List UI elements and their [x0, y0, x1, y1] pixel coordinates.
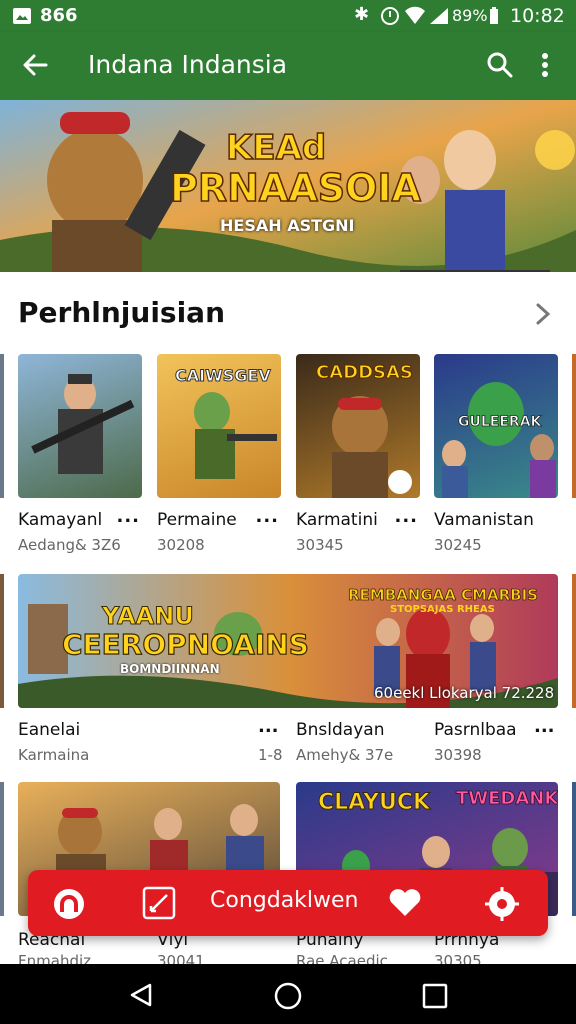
edge-thumb-right: [572, 574, 576, 708]
thumb-title: GULEERAK: [458, 414, 542, 431]
bluetooth-icon: ✱: [354, 4, 370, 25]
system-nav-bar: [0, 964, 576, 1024]
more-dots[interactable]: ...: [255, 506, 279, 527]
chevron-right-icon[interactable]: [535, 302, 551, 326]
more-dots[interactable]: ...: [258, 716, 279, 737]
banner-title-1: CLAYUCK: [317, 790, 431, 816]
status-bar: 866 ✱ 89% 10:82: [0, 0, 576, 32]
banner-title-2: TWEDANK: [456, 788, 558, 810]
signal-icon: [428, 6, 450, 26]
hero-title-1: KEAd: [225, 127, 327, 169]
wifi-icon: [404, 6, 426, 26]
action-bar: Congdaklwen: [28, 870, 548, 936]
more-dots[interactable]: ...: [116, 506, 140, 527]
battery-text: 89%: [452, 6, 488, 25]
home-nav-icon[interactable]: [274, 982, 302, 1010]
back-arrow-icon[interactable]: [22, 52, 48, 78]
game-sub: 30245: [434, 536, 482, 554]
back-icon[interactable]: [128, 982, 154, 1008]
game-sub: 30208: [157, 536, 205, 554]
cta-button-label[interactable]: Congdaklwen: [210, 888, 359, 913]
game-name: Eanelai: [18, 720, 81, 740]
hero-banner[interactable]: KEAd PRNAASOIA HESAH ASTGNI: [0, 100, 576, 272]
app-bar: Indana Indansia: [0, 32, 576, 100]
game-name: Pasrnlbaa: [434, 720, 517, 740]
thumb-title: CAIWSGEV: [175, 366, 272, 386]
game-name: Bnsldayan: [296, 720, 385, 740]
featured-banner[interactable]: YAANU CEEROPNOAINS BOMNDIINNAN REMBANGAA…: [18, 574, 558, 708]
edge-thumb-right: [572, 782, 576, 916]
more-dots[interactable]: ...: [534, 716, 555, 737]
game-extra: 1-8: [258, 746, 283, 764]
game-name: Vamanistan: [434, 510, 534, 530]
edge-thumb-right: [572, 354, 576, 498]
hero-subtitle: HESAH ASTGNI: [220, 216, 355, 235]
heart-icon[interactable]: [388, 888, 422, 918]
more-vert-icon[interactable]: [538, 52, 552, 80]
edit-icon[interactable]: [142, 886, 176, 920]
more-dots[interactable]: ...: [394, 506, 418, 527]
banner-left-title-1: YAANU: [102, 602, 195, 631]
game-name: Kamayanl: [18, 510, 103, 530]
home-icon[interactable]: [52, 887, 86, 921]
game-sub: 30345: [296, 536, 344, 554]
battery-icon: [489, 7, 499, 25]
edge-thumb-left: [0, 354, 4, 498]
edge-thumb-left: [0, 574, 4, 708]
thumb-title: CADDSAS: [316, 362, 414, 384]
game-sub: Amehy& 37e: [296, 746, 394, 764]
game-sub: Karmaina: [18, 746, 90, 764]
hero-title-2: PRNAASOIA: [169, 165, 421, 211]
banner-left-title-2: CEEROPNOAINS: [61, 627, 309, 661]
location-icon[interactable]: [484, 886, 520, 922]
edge-thumb-left: [0, 782, 4, 916]
game-name: Karmatini: [296, 510, 378, 530]
game-sub: 30398: [434, 746, 482, 764]
status-left-text: 866: [40, 5, 78, 26]
section-title: Perhlnjuisian: [18, 296, 226, 329]
page-title: Indana Indansia: [88, 50, 288, 79]
game-name: Permaine: [157, 510, 237, 530]
gallery-icon: [12, 7, 32, 25]
banner-caption: 60eekl Llokaryal 72.228: [374, 684, 555, 702]
banner-right-title: REMBANGAA CMARBIS: [348, 586, 539, 605]
banner-left-sub: BOMNDIINNAN: [120, 662, 220, 676]
alarm-icon: [380, 6, 400, 26]
recents-icon[interactable]: [422, 983, 448, 1009]
clock: 10:82: [510, 5, 565, 27]
banner-right-sub: STOPSAJAS RHEAS: [390, 604, 495, 615]
search-icon[interactable]: [486, 51, 514, 79]
game-sub: Aedang& 3Z6: [18, 536, 121, 554]
game-thumbnail: [18, 354, 142, 498]
